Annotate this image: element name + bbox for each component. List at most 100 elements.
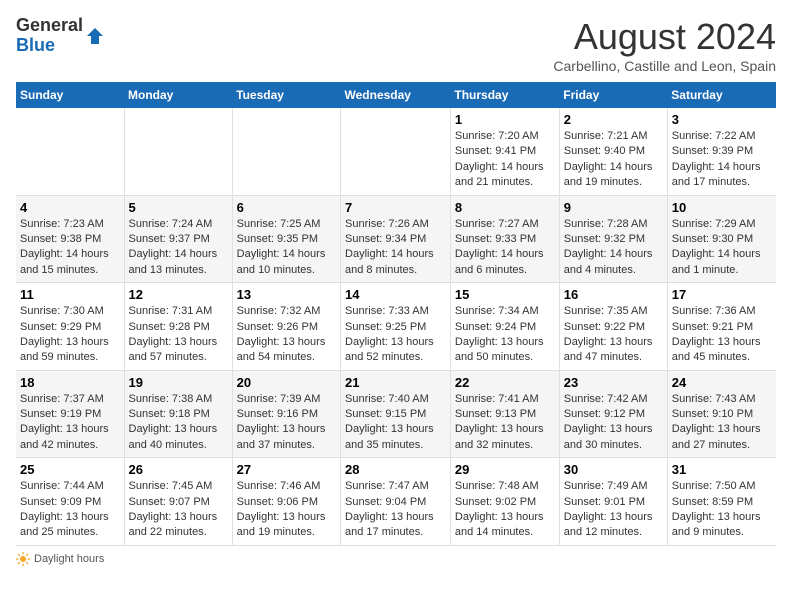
day-info: Sunrise: 7:22 AMSunset: 9:39 PMDaylight:… — [672, 129, 772, 191]
location-title: Carbellino, Castille and Leon, Spain — [553, 58, 776, 74]
day-info: Sunrise: 7:49 AMSunset: 9:01 PMDaylight:… — [564, 479, 663, 541]
day-info: Sunrise: 7:39 AMSunset: 9:16 PMDaylight:… — [237, 392, 336, 454]
calendar-cell: 12 Sunrise: 7:31 AMSunset: 9:28 PMDayligh… — [124, 283, 232, 371]
day-number: 10 — [672, 200, 772, 215]
calendar-week-row: 4 Sunrise: 7:23 AMSunset: 9:38 PMDaylight… — [16, 195, 776, 283]
calendar-cell: 10 Sunrise: 7:29 AMSunset: 9:30 PMDayligh… — [667, 195, 776, 283]
calendar-cell: 24 Sunrise: 7:43 AMSunset: 9:10 PMDayligh… — [667, 370, 776, 458]
page-header: General Blue August 2024 Carbellino, Cas… — [16, 16, 776, 74]
day-info: Sunrise: 7:34 AMSunset: 9:24 PMDaylight:… — [455, 304, 555, 366]
day-info: Sunrise: 7:40 AMSunset: 9:15 PMDaylight:… — [345, 392, 446, 454]
day-info: Sunrise: 7:41 AMSunset: 9:13 PMDaylight:… — [455, 392, 555, 454]
calendar-cell — [16, 108, 124, 195]
day-info: Sunrise: 7:35 AMSunset: 9:22 PMDaylight:… — [564, 304, 663, 366]
day-number: 21 — [345, 375, 446, 390]
col-header-thursday: Thursday — [450, 82, 559, 108]
day-number: 6 — [237, 200, 336, 215]
day-info: Sunrise: 7:46 AMSunset: 9:06 PMDaylight:… — [237, 479, 336, 541]
calendar-footer: Daylight hours — [16, 552, 776, 566]
day-number: 31 — [672, 462, 772, 477]
day-info: Sunrise: 7:25 AMSunset: 9:35 PMDaylight:… — [237, 217, 336, 279]
calendar-cell: 23 Sunrise: 7:42 AMSunset: 9:12 PMDayligh… — [559, 370, 667, 458]
calendar-cell: 2Sunrise: 7:21 AMSunset: 9:40 PMDaylight… — [559, 108, 667, 195]
day-number: 17 — [672, 287, 772, 302]
calendar-cell — [124, 108, 232, 195]
day-number: 12 — [129, 287, 228, 302]
day-number: 8 — [455, 200, 555, 215]
month-title: August 2024 — [553, 16, 776, 58]
day-info: Sunrise: 7:31 AMSunset: 9:28 PMDaylight:… — [129, 304, 228, 366]
calendar-cell: 11 Sunrise: 7:30 AMSunset: 9:29 PMDayligh… — [16, 283, 124, 371]
calendar-cell — [341, 108, 451, 195]
col-header-wednesday: Wednesday — [341, 82, 451, 108]
calendar-cell: 9 Sunrise: 7:28 AMSunset: 9:32 PMDaylight… — [559, 195, 667, 283]
day-number: 28 — [345, 462, 446, 477]
calendar-week-row: 18 Sunrise: 7:37 AMSunset: 9:19 PMDayligh… — [16, 370, 776, 458]
calendar-cell: 30 Sunrise: 7:49 AMSunset: 9:01 PMDayligh… — [559, 458, 667, 546]
logo-icon — [85, 26, 105, 46]
calendar-week-row: 1Sunrise: 7:20 AMSunset: 9:41 PMDaylight… — [16, 108, 776, 195]
day-number: 3 — [672, 112, 772, 127]
day-info: Sunrise: 7:30 AMSunset: 9:29 PMDaylight:… — [20, 304, 120, 366]
daylight-label: Daylight hours — [34, 553, 104, 565]
day-info: Sunrise: 7:33 AMSunset: 9:25 PMDaylight:… — [345, 304, 446, 366]
day-info: Sunrise: 7:36 AMSunset: 9:21 PMDaylight:… — [672, 304, 772, 366]
logo-blue: Blue — [16, 36, 83, 56]
calendar-cell: 27 Sunrise: 7:46 AMSunset: 9:06 PMDayligh… — [232, 458, 340, 546]
day-info: Sunrise: 7:27 AMSunset: 9:33 PMDaylight:… — [455, 217, 555, 279]
day-number: 27 — [237, 462, 336, 477]
calendar-cell: 21 Sunrise: 7:40 AMSunset: 9:15 PMDayligh… — [341, 370, 451, 458]
day-number: 13 — [237, 287, 336, 302]
calendar-week-row: 25 Sunrise: 7:44 AMSunset: 9:09 PMDayligh… — [16, 458, 776, 546]
col-header-saturday: Saturday — [667, 82, 776, 108]
sun-icon — [16, 552, 30, 566]
day-number: 18 — [20, 375, 120, 390]
calendar-cell: 22Sunrise: 7:41 AMSunset: 9:13 PMDayligh… — [450, 370, 559, 458]
day-info: Sunrise: 7:20 AMSunset: 9:41 PMDaylight:… — [455, 129, 555, 191]
day-number: 20 — [237, 375, 336, 390]
calendar-cell: 13 Sunrise: 7:32 AMSunset: 9:26 PMDayligh… — [232, 283, 340, 371]
calendar-cell: 15Sunrise: 7:34 AMSunset: 9:24 PMDayligh… — [450, 283, 559, 371]
calendar-cell: 19 Sunrise: 7:38 AMSunset: 9:18 PMDayligh… — [124, 370, 232, 458]
day-info: Sunrise: 7:42 AMSunset: 9:12 PMDaylight:… — [564, 392, 663, 454]
calendar-cell: 26 Sunrise: 7:45 AMSunset: 9:07 PMDayligh… — [124, 458, 232, 546]
calendar-cell: 14Sunrise: 7:33 AMSunset: 9:25 PMDayligh… — [341, 283, 451, 371]
day-info: Sunrise: 7:21 AMSunset: 9:40 PMDaylight:… — [564, 129, 663, 191]
logo-general: General — [16, 16, 83, 36]
day-number: 4 — [20, 200, 120, 215]
day-number: 19 — [129, 375, 228, 390]
calendar-cell: 4 Sunrise: 7:23 AMSunset: 9:38 PMDaylight… — [16, 195, 124, 283]
day-info: Sunrise: 7:43 AMSunset: 9:10 PMDaylight:… — [672, 392, 772, 454]
day-number: 7 — [345, 200, 446, 215]
day-number: 25 — [20, 462, 120, 477]
day-number: 9 — [564, 200, 663, 215]
calendar-cell: 18 Sunrise: 7:37 AMSunset: 9:19 PMDayligh… — [16, 370, 124, 458]
day-number: 24 — [672, 375, 772, 390]
day-info: Sunrise: 7:44 AMSunset: 9:09 PMDaylight:… — [20, 479, 120, 541]
calendar-cell: 29Sunrise: 7:48 AMSunset: 9:02 PMDayligh… — [450, 458, 559, 546]
calendar-cell: 6 Sunrise: 7:25 AMSunset: 9:35 PMDaylight… — [232, 195, 340, 283]
day-number: 26 — [129, 462, 228, 477]
day-info: Sunrise: 7:38 AMSunset: 9:18 PMDaylight:… — [129, 392, 228, 454]
col-header-monday: Monday — [124, 82, 232, 108]
calendar-cell — [232, 108, 340, 195]
day-number: 30 — [564, 462, 663, 477]
day-info: Sunrise: 7:32 AMSunset: 9:26 PMDaylight:… — [237, 304, 336, 366]
day-info: Sunrise: 7:48 AMSunset: 9:02 PMDaylight:… — [455, 479, 555, 541]
calendar-table: SundayMondayTuesdayWednesdayThursdayFrid… — [16, 82, 776, 546]
day-info: Sunrise: 7:47 AMSunset: 9:04 PMDaylight:… — [345, 479, 446, 541]
day-info: Sunrise: 7:26 AMSunset: 9:34 PMDaylight:… — [345, 217, 446, 279]
day-info: Sunrise: 7:45 AMSunset: 9:07 PMDaylight:… — [129, 479, 228, 541]
day-info: Sunrise: 7:28 AMSunset: 9:32 PMDaylight:… — [564, 217, 663, 279]
col-header-tuesday: Tuesday — [232, 82, 340, 108]
calendar-cell: 8 Sunrise: 7:27 AMSunset: 9:33 PMDaylight… — [450, 195, 559, 283]
day-info: Sunrise: 7:23 AMSunset: 9:38 PMDaylight:… — [20, 217, 120, 279]
calendar-cell: 28 Sunrise: 7:47 AMSunset: 9:04 PMDayligh… — [341, 458, 451, 546]
day-number: 23 — [564, 375, 663, 390]
day-info: Sunrise: 7:29 AMSunset: 9:30 PMDaylight:… — [672, 217, 772, 279]
calendar-cell: 5Sunrise: 7:24 AMSunset: 9:37 PMDaylight… — [124, 195, 232, 283]
calendar-cell: 16Sunrise: 7:35 AMSunset: 9:22 PMDayligh… — [559, 283, 667, 371]
day-info: Sunrise: 7:37 AMSunset: 9:19 PMDaylight:… — [20, 392, 120, 454]
calendar-cell: 1Sunrise: 7:20 AMSunset: 9:41 PMDaylight… — [450, 108, 559, 195]
day-number: 11 — [20, 287, 120, 302]
